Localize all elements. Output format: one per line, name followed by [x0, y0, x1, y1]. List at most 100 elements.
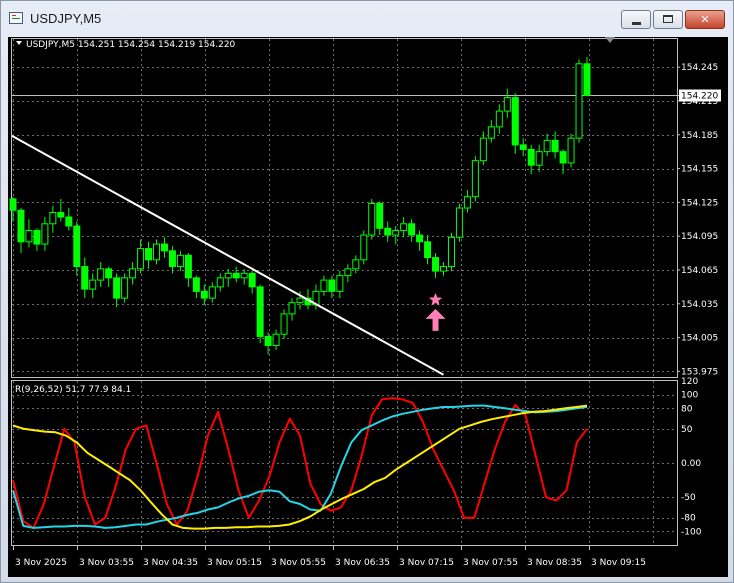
candle-body — [543, 139, 551, 153]
candle-body — [129, 268, 137, 279]
candle-body — [527, 148, 535, 166]
price-label: 154.095 — [681, 232, 718, 242]
candle-body — [280, 313, 288, 335]
candle-body — [463, 196, 471, 209]
candle-body — [400, 223, 408, 232]
time-label: 3 Nov 04:35 — [143, 558, 198, 568]
time-label: 3 Nov 05:15 — [207, 558, 262, 568]
time-label: 3 Nov 05:55 — [271, 558, 326, 568]
candle-body — [487, 126, 495, 139]
minimize-icon — [632, 22, 641, 25]
price-axis: 154.245154.215154.185154.155154.125154.0… — [677, 63, 721, 537]
chart-window: USDJPY,M5 ✕ 154.245 154.215 154.185 154.155… — [0, 0, 734, 583]
candle-body — [121, 277, 129, 299]
candle-body — [352, 259, 360, 270]
candle-body — [376, 202, 384, 229]
candle-body — [551, 139, 559, 153]
close-button[interactable]: ✕ — [685, 10, 725, 29]
indicator-scale-label: 80 — [681, 404, 693, 414]
candle-body — [168, 250, 176, 268]
chart-shift-marker-icon[interactable] — [605, 37, 615, 43]
price-label: 154.035 — [681, 300, 718, 310]
symbol-header: USDJPY,M5 154.251 154.254 154.219 154.22… — [26, 40, 236, 50]
star-icon — [428, 292, 443, 306]
candle-body — [81, 266, 89, 290]
maximize-button[interactable] — [653, 10, 683, 29]
price-chart[interactable]: 154.245154.215154.185154.155154.125154.0… — [8, 37, 728, 577]
candle-body — [240, 272, 248, 279]
candle-body — [440, 266, 447, 272]
candle-body — [105, 268, 113, 279]
candle-body — [65, 216, 73, 227]
candle-body — [216, 277, 224, 288]
candle-body — [208, 286, 216, 299]
indicator-series-line — [12, 404, 588, 530]
dropdown-triangle-icon[interactable] — [16, 41, 22, 45]
candle-body — [17, 209, 25, 243]
candle-body — [137, 248, 145, 270]
indicator-scale-label: 100 — [681, 391, 698, 401]
candle-body — [320, 279, 328, 292]
candle-body — [447, 236, 455, 268]
price-label: 154.185 — [681, 131, 718, 141]
close-icon: ✕ — [700, 12, 710, 26]
candle-body — [248, 272, 256, 288]
indicator-scale-label: 0.00 — [681, 459, 701, 469]
candle-body — [176, 254, 184, 268]
time-label: 3 Nov 2025 — [15, 558, 67, 568]
time-axis: 3 Nov 2025 3 Nov 03:55 3 Nov 04:35 3 Nov 05… — [13, 545, 646, 568]
candle-body — [232, 272, 240, 279]
candle-body — [432, 257, 440, 272]
price-label: 154.125 — [681, 198, 718, 208]
candle-body — [160, 243, 168, 252]
time-label: 3 Nov 07:15 — [399, 558, 454, 568]
candle-body — [583, 63, 591, 96]
up-arrow-icon — [425, 308, 446, 331]
candle-body — [145, 248, 153, 261]
price-label: 154.245 — [681, 63, 718, 73]
time-label: 3 Nov 03:55 — [79, 558, 134, 568]
candle-body — [184, 254, 192, 279]
price-label: 154.065 — [681, 266, 718, 276]
candle-body — [57, 212, 65, 218]
candle-body — [384, 227, 392, 236]
indicator-scale-label: -100 — [681, 527, 702, 537]
candle-body — [424, 241, 432, 259]
candle-body — [33, 230, 41, 245]
candle-body — [336, 275, 344, 292]
candle-body — [73, 225, 81, 268]
title-bar[interactable]: USDJPY,M5 ✕ — [1, 1, 733, 37]
candle-body — [567, 137, 575, 164]
chart-area[interactable]: 154.245 154.215 154.185 154.155 154.125 154.0… — [8, 37, 728, 577]
candle-body — [256, 286, 264, 337]
signal-marker — [425, 292, 446, 331]
time-label: 3 Nov 09:15 — [591, 558, 646, 568]
candle-body — [511, 97, 519, 146]
maximize-icon — [663, 15, 673, 23]
window-title: USDJPY,M5 — [30, 11, 102, 26]
indicator-header: R(9,26,52) 51.7 77.9 84.1 — [15, 385, 131, 395]
candle-body — [41, 223, 49, 245]
window-controls: ✕ — [621, 10, 725, 29]
time-label: 3 Nov 08:35 — [527, 558, 582, 568]
candle-body — [471, 160, 479, 198]
chart-window-icon — [9, 12, 23, 24]
candle-body — [49, 212, 57, 225]
minimize-button[interactable] — [621, 10, 651, 29]
candle-body — [272, 333, 280, 346]
candle-body — [408, 223, 416, 236]
candle-body — [200, 290, 208, 299]
candle-body — [535, 151, 543, 166]
price-label: 153.975 — [681, 367, 718, 377]
candle-body — [89, 279, 97, 290]
time-label: 3 Nov 06:35 — [335, 558, 390, 568]
candle-body — [479, 137, 487, 162]
candle-body — [296, 297, 304, 304]
candle-body — [392, 230, 400, 236]
candle-body — [495, 110, 503, 128]
candle-body — [153, 243, 160, 261]
indicator-scale-label: -50 — [681, 493, 696, 503]
candle-body — [575, 63, 583, 139]
candle-body — [360, 234, 368, 261]
candle-body — [288, 302, 296, 315]
